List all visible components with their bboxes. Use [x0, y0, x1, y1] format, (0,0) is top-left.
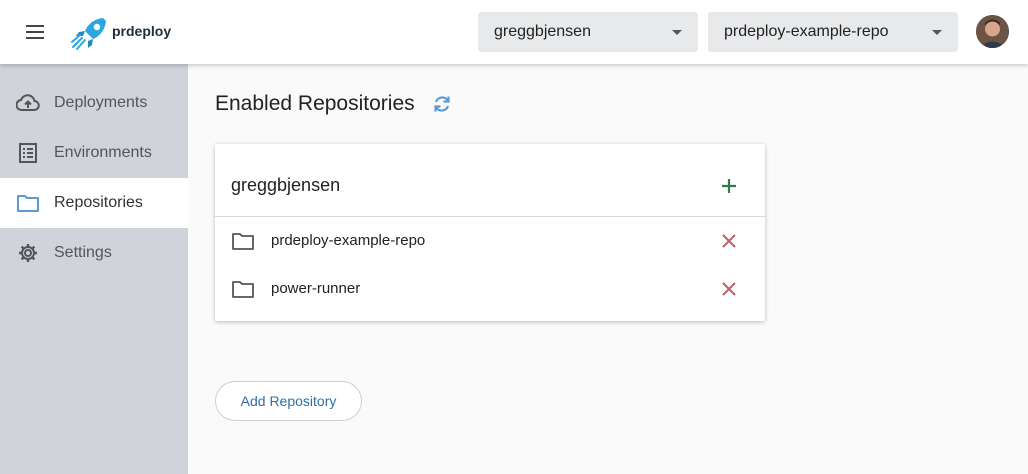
add-repository-button[interactable]: Add Repository — [215, 381, 362, 421]
cloud-upload-icon — [16, 94, 40, 111]
chevron-down-icon — [672, 30, 682, 35]
chevron-down-icon — [932, 30, 942, 35]
sidebar-item-repositories[interactable]: Repositories — [0, 178, 188, 228]
hamburger-icon[interactable] — [24, 22, 48, 42]
avatar[interactable] — [976, 15, 1009, 48]
list-item: power-runner — [215, 265, 765, 313]
folder-icon — [17, 195, 39, 212]
sidebar-item-label: Deployments — [54, 94, 148, 111]
sidebar-item-settings[interactable]: Settings — [0, 228, 188, 278]
sidebar-item-label: Settings — [54, 244, 112, 261]
repositories-card: greggbjensen prdeploy-example-repo power… — [215, 144, 765, 321]
sidebar-item-deployments[interactable]: Deployments — [0, 78, 188, 128]
org-select-value: greggbjensen — [494, 23, 591, 40]
card-title: greggbjensen — [231, 175, 341, 195]
page-title: Enabled Repositories — [215, 92, 415, 115]
close-icon[interactable] — [717, 229, 741, 253]
plus-icon[interactable] — [717, 174, 741, 198]
repo-name: power-runner — [271, 280, 361, 297]
sidebar-item-label: Environments — [54, 144, 152, 161]
app-header: prdeploy greggbjensen prdeploy-example-r… — [0, 0, 1028, 64]
sidebar-item-environments[interactable]: Environments — [0, 128, 188, 178]
sidebar: Deployments Environments Repositories Se… — [0, 64, 188, 474]
list-icon — [19, 143, 37, 163]
refresh-icon[interactable] — [431, 93, 453, 115]
user-avatar-icon — [976, 15, 1009, 48]
rocket-icon — [71, 18, 106, 50]
folder-icon — [232, 281, 254, 298]
repo-name: prdeploy-example-repo — [271, 232, 426, 249]
repo-select[interactable]: prdeploy-example-repo — [708, 12, 958, 52]
gear-icon — [19, 244, 37, 262]
org-select[interactable]: greggbjensen — [478, 12, 698, 52]
sidebar-item-label: Repositories — [54, 194, 143, 211]
brand-name: prdeploy — [112, 23, 172, 39]
folder-icon — [232, 233, 254, 250]
close-icon[interactable] — [717, 277, 741, 301]
repo-select-value: prdeploy-example-repo — [724, 23, 889, 40]
list-item: prdeploy-example-repo — [215, 217, 765, 265]
